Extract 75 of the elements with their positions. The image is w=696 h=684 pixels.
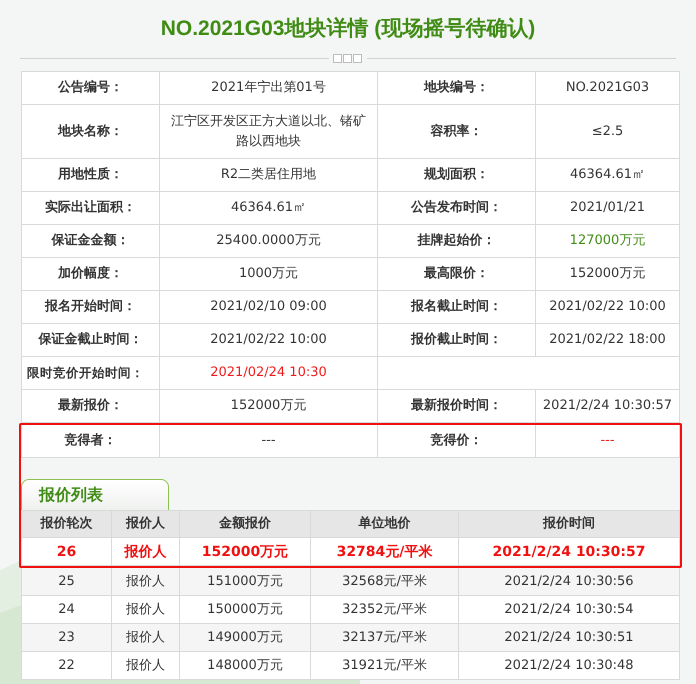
field-value: ≤2.5	[536, 105, 679, 158]
table-cell: 152000万元	[180, 538, 310, 565]
field-value: 2021/02/22 10:00	[536, 291, 679, 323]
page-title: NO.2021G03地块详情 (现场摇号待确认)	[160, 16, 536, 42]
section-tab[interactable]: 报价列表	[21, 479, 169, 510]
column-header: 金额报价	[180, 511, 310, 537]
table-cell: 报价人	[112, 568, 179, 595]
field-value: 46364.61㎡	[160, 192, 377, 224]
field-value: 2021/02/24 10:30	[160, 357, 377, 389]
table-cell: 32137元/平米	[311, 624, 458, 651]
table-cell: 2021/2/24 10:30:51	[459, 624, 679, 651]
table-cell: 25	[22, 568, 111, 595]
field-value: 2021/01/21	[536, 192, 679, 224]
table-cell: 2021/2/24 10:30:57	[459, 538, 679, 565]
field-label: 规划面积：	[378, 159, 535, 191]
field-value: 江宁区开发区正方大道以北、锗矿路以西地块	[160, 105, 377, 158]
ornament-icon	[333, 54, 363, 63]
field-label: 报名截止时间：	[378, 291, 535, 323]
field-value: 1000万元	[160, 258, 377, 290]
table-cell: 150000万元	[180, 596, 310, 623]
field-value: 2021/02/10 09:00	[160, 291, 377, 323]
field-value: R2二类居住用地	[160, 159, 377, 191]
field-value: 152000万元	[536, 258, 679, 290]
field-label: 容积率：	[378, 105, 535, 158]
table-cell: 报价人	[112, 652, 179, 679]
table-cell: 149000万元	[180, 624, 310, 651]
table-cell: 23	[22, 624, 111, 651]
field-label: 挂牌起始价：	[378, 225, 535, 257]
field-label: 最高限价：	[378, 258, 535, 290]
column-header: 单位地价	[311, 511, 458, 537]
field-label: 加价幅度：	[22, 258, 159, 290]
table-cell: 24	[22, 596, 111, 623]
column-header: 报价轮次	[22, 511, 111, 537]
table-cell: 报价人	[112, 596, 179, 623]
field-label: 限时竞价开始时间：	[22, 357, 159, 389]
field-label: 公告发布时间：	[378, 192, 535, 224]
table-cell: 报价人	[112, 538, 179, 565]
table-cell: 32784元/平米	[311, 538, 458, 565]
field-label: 竞得者：	[22, 425, 159, 457]
table-cell: 22	[22, 652, 111, 679]
table-cell: 26	[22, 538, 111, 565]
table-cell: 2021/2/24 10:30:56	[459, 568, 679, 595]
field-label: 实际出让面积：	[22, 192, 159, 224]
field-label: 竞得价：	[378, 425, 535, 457]
field-value: NO.2021G03	[536, 72, 679, 104]
table-cell: 32352元/平米	[311, 596, 458, 623]
field-value: 127000万元	[536, 225, 679, 257]
field-label: 保证金金额：	[22, 225, 159, 257]
field-label: 公告编号：	[22, 72, 159, 104]
field-value: 2021年宁出第01号	[160, 72, 377, 104]
field-value: 152000万元	[160, 390, 377, 422]
table-cell: 32568元/平米	[311, 568, 458, 595]
field-label: 地块编号：	[378, 72, 535, 104]
field-value: 2021/02/22 18:00	[536, 324, 679, 356]
table-cell: 151000万元	[180, 568, 310, 595]
table-cell: 31921元/平米	[311, 652, 458, 679]
field-label: 最新报价：	[22, 390, 159, 422]
field-label: 地块名称：	[22, 105, 159, 158]
field-label: 报名开始时间：	[22, 291, 159, 323]
field-value: 2021/02/22 10:00	[160, 324, 377, 356]
column-header: 报价人	[112, 511, 179, 537]
table-cell: 2021/2/24 10:30:54	[459, 596, 679, 623]
field-label: 保证金截止时间：	[22, 324, 159, 356]
table-cell: 2021/2/24 10:30:48	[459, 652, 679, 679]
field-value: 2021/2/24 10:30:57	[536, 390, 679, 422]
table-cell: 148000万元	[180, 652, 310, 679]
field-value: 46364.61㎡	[536, 159, 679, 191]
table-cell: 报价人	[112, 624, 179, 651]
field-value: ---	[536, 425, 679, 457]
field-label: 用地性质：	[22, 159, 159, 191]
field-label: 报价截止时间：	[378, 324, 535, 356]
field-value: 25400.0000万元	[160, 225, 377, 257]
field-label: 最新报价时间：	[378, 390, 535, 422]
column-header: 报价时间	[459, 511, 679, 537]
field-value: ---	[160, 425, 377, 457]
